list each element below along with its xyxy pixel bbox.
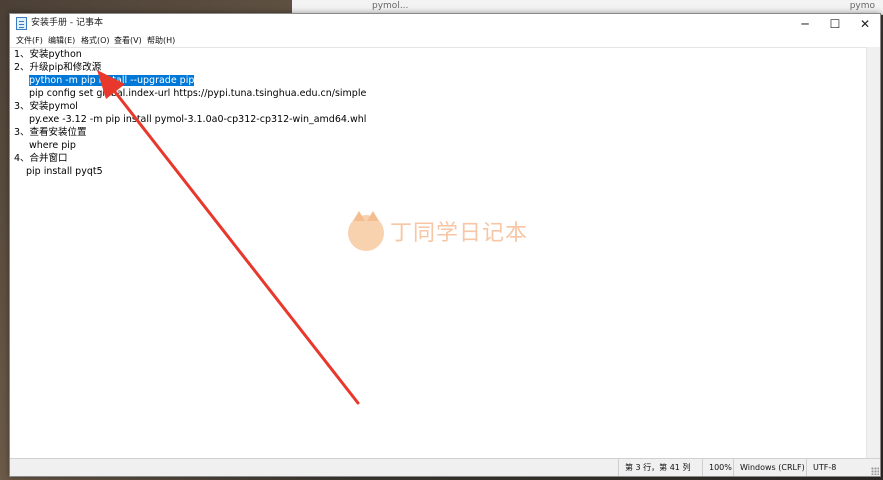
- annotation-arrow-icon: [97, 70, 360, 405]
